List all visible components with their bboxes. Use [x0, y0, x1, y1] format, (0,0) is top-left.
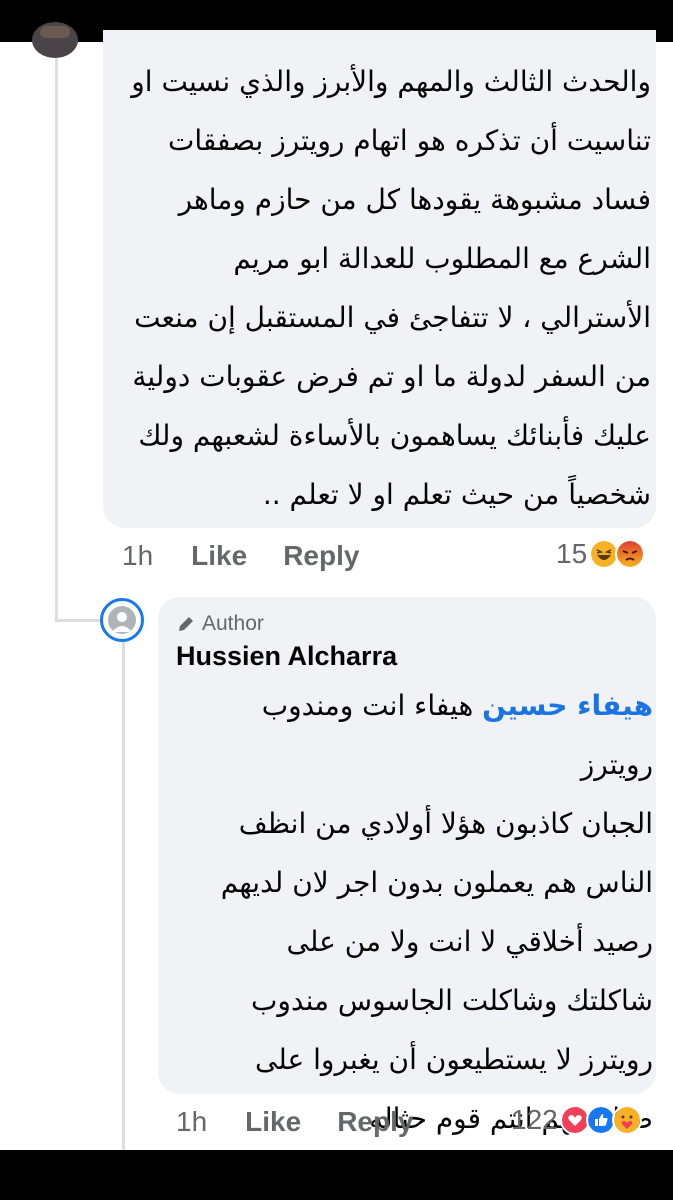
like-button[interactable]: Like: [191, 540, 247, 572]
facebook-comments-screen: والحدث الثالث والمهم والأبرز والذي نسيت …: [0, 0, 673, 1200]
pencil-icon: [179, 617, 193, 631]
comment-actions: 1h Like Reply: [122, 540, 359, 572]
reply-line: رصيد أخلاقي لا انت ولا من على: [286, 925, 653, 958]
commenter-avatar[interactable]: [32, 22, 78, 58]
reply-button[interactable]: Reply: [337, 1106, 413, 1138]
reply-line: هيفاء حسين هيفاء انت ومندوب رويترز: [183, 676, 653, 794]
author-badge: Author: [176, 612, 264, 636]
reply-line: رويترز لا يستطيعون أن يغبروا على: [254, 1043, 653, 1076]
bottom-navigation-area: [0, 1150, 673, 1200]
comment-line: عليك فأبنائك يساهمون بالأساءة لشعبهم ولك: [138, 419, 651, 452]
comment-line: تناسيت أن تذكره هو اتهام رويترز بصفقات: [168, 124, 651, 157]
reply-connector-line: [122, 642, 125, 1150]
mention-link[interactable]: هيفاء حسين: [482, 689, 653, 722]
author-avatar[interactable]: [100, 598, 144, 642]
comment-timestamp[interactable]: 1h: [122, 540, 153, 572]
reply-line: الجبان كاذبون هؤلا أولادي من انظف: [238, 807, 653, 840]
default-profile-icon: [108, 606, 136, 634]
reaction-summary[interactable]: 122: [511, 1104, 642, 1136]
angry-icon: [615, 539, 646, 569]
reply-line: شاكلتك وشاكلت الجاسوس مندوب: [251, 984, 653, 1017]
reaction-count: 122: [511, 1104, 558, 1135]
thread-connector-branch: [55, 619, 101, 622]
thread-connector-line: [55, 42, 58, 622]
reaction-summary[interactable]: 15: [556, 538, 646, 570]
like-button[interactable]: Like: [245, 1106, 301, 1138]
comment-line: من السفر لدولة ما او تم فرض عقوبات دولية: [132, 360, 651, 393]
reply-text: هيفاء حسين هيفاء انت ومندوب رويترز الجبا…: [183, 676, 653, 1148]
reply-timestamp[interactable]: 1h: [176, 1106, 207, 1138]
care-icon: [611, 1105, 642, 1135]
reaction-count: 15: [556, 538, 588, 569]
comment-line: شخصياً من حيث تعلم او لا تعلم ..: [262, 478, 651, 511]
comment-line: الشرع مع المطلوب للعدالة ابو مريم: [233, 242, 651, 275]
author-badge-label: Author: [202, 612, 264, 635]
reply-actions: 1h Like Reply: [176, 1106, 413, 1138]
comment-text: والحدث الثالث والمهم والأبرز والذي نسيت …: [131, 52, 651, 524]
comment-line: والحدث الثالث والمهم والأبرز والذي نسيت …: [131, 65, 651, 98]
comment-line: فساد مشبوهة يقودها كل من حازم وماهر: [178, 183, 651, 216]
reply-line: الناس هم يعملون بدون اجر لان لديهم: [220, 866, 653, 899]
comment-line: الأسترالي ، لا تتفاجئ في المستقبل إن منع…: [134, 301, 651, 334]
reply-button[interactable]: Reply: [283, 540, 359, 572]
author-name[interactable]: Hussien Alcharra: [176, 641, 397, 672]
